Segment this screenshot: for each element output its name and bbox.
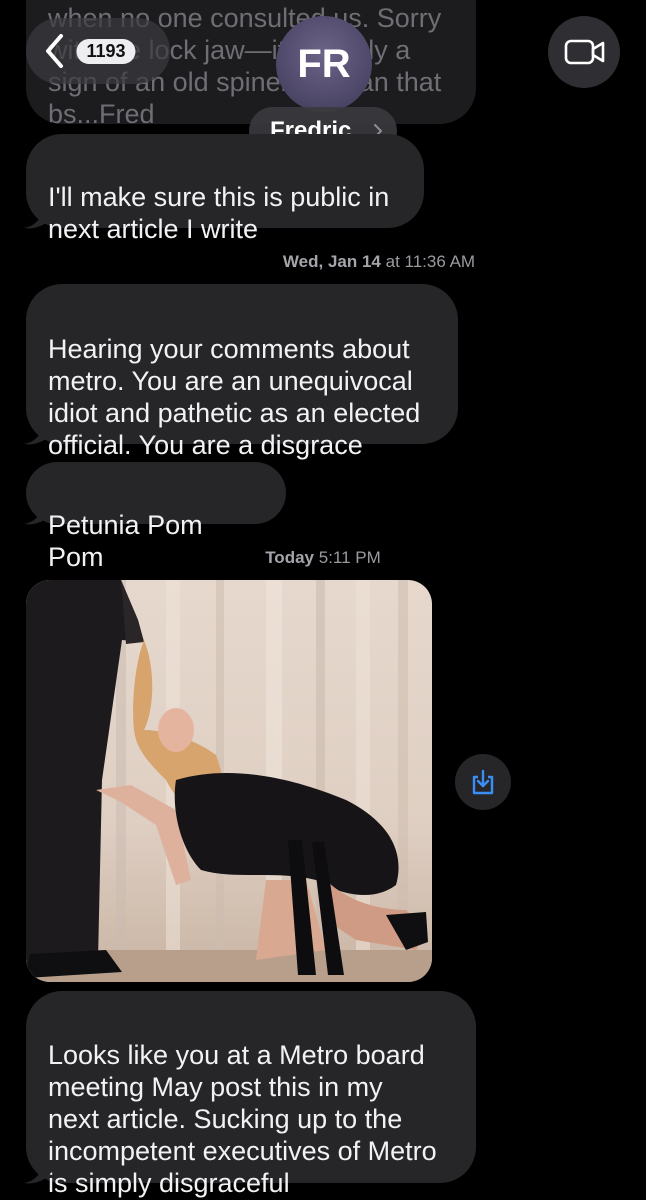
message-bubble[interactable]: Hearing your comments about metro. You a… — [24, 284, 458, 460]
download-icon — [472, 769, 494, 795]
bubble-tail — [24, 500, 52, 525]
photo-illustration — [26, 580, 432, 982]
facetime-button[interactable] — [548, 16, 620, 88]
message-text: Hearing your comments about metro. You a… — [48, 334, 421, 460]
timestamp-day: Today — [265, 548, 314, 567]
bubble-tail — [24, 204, 52, 229]
video-camera-icon — [564, 39, 605, 65]
message-bubble[interactable]: Looks like you at a Metro board meeting … — [24, 991, 476, 1198]
contact-avatar[interactable]: FR — [276, 16, 372, 112]
timestamp-time: at 11:36 AM — [385, 252, 476, 271]
chevron-left-icon — [46, 34, 63, 68]
unread-count-badge: 1193 — [76, 39, 136, 64]
message-bubble[interactable]: I'll make sure this is public in next ar… — [24, 134, 424, 244]
message-bubble[interactable]: Petunia Pom Pom — [24, 462, 286, 572]
timestamp: Wed, Jan 14 at 11:36 AM — [0, 252, 646, 272]
timestamp-time: 5:11 PM — [318, 548, 381, 567]
message-text: Looks like you at a Metro board meeting … — [48, 1040, 437, 1198]
image-attachment[interactable] — [26, 580, 432, 982]
back-button[interactable]: 1193 — [26, 18, 170, 84]
timestamp: Today 5:11 PM — [0, 548, 646, 568]
download-button[interactable] — [455, 754, 511, 810]
bubble-tail — [24, 1159, 52, 1184]
message-text: I'll make sure this is public in next ar… — [48, 182, 390, 244]
timestamp-day: Wed, Jan 14 — [282, 252, 381, 271]
bubble-tail — [24, 420, 52, 445]
